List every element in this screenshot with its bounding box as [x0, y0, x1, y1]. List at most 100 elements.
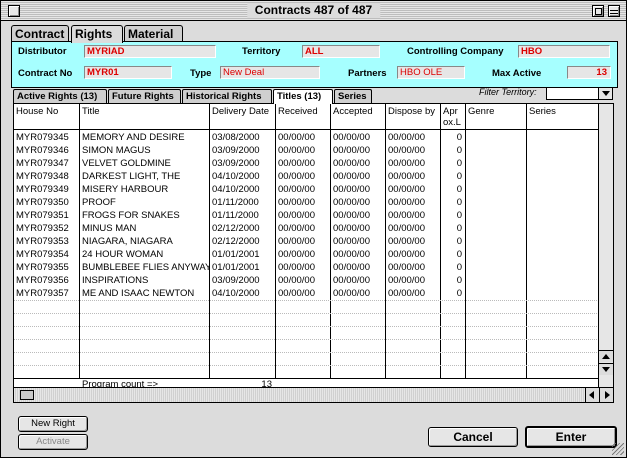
column-header-delivery-date[interactable]: Delivery Date [210, 104, 276, 130]
cell-approx-l: 0 [456, 262, 462, 273]
scroll-left-icon[interactable] [585, 388, 599, 402]
cell-dispose-by: 00/00/00 [388, 275, 425, 286]
vertical-scrollbar[interactable] [598, 103, 614, 388]
cell-title: 24 HOUR WOMAN [82, 249, 164, 260]
tab-rights[interactable]: Rights [71, 25, 123, 43]
tab-titles[interactable]: Titles (13) [273, 89, 333, 104]
tab-series[interactable]: Series [334, 89, 372, 103]
table-row[interactable]: MYR079351 FROGS FOR SNAKES 01/11/2000 00/00… [14, 209, 599, 222]
column-header-series[interactable]: Series [527, 104, 599, 130]
cell-series [527, 170, 598, 183]
close-box-icon[interactable] [8, 5, 20, 17]
zoom-box-icon[interactable] [592, 5, 604, 17]
type-field[interactable]: New Deal [220, 66, 320, 79]
table-row[interactable]: MYR079347 VELVET GOLDMINE 03/09/2000 00/00/… [14, 157, 599, 170]
max-active-field[interactable]: 13 [567, 66, 611, 79]
enter-button[interactable]: Enter [525, 426, 617, 448]
cell-delivery-date: 03/09/2000 [212, 158, 260, 169]
cell-house-no: MYR079355 [16, 262, 69, 273]
cell-house-no: MYR079349 [16, 184, 69, 195]
cell-received: 00/00/00 [278, 197, 315, 208]
table-row[interactable]: MYR079354 24 HOUR WOMAN 01/01/2001 00/00/00… [14, 248, 599, 261]
table-row[interactable]: MYR079345 MEMORY AND DESIRE 03/08/2000 00/0… [14, 131, 599, 144]
activate-button[interactable]: Activate [18, 434, 88, 450]
column-header-house-no[interactable]: House No [14, 104, 80, 130]
cell-received: 00/00/00 [278, 262, 315, 273]
table-row[interactable]: MYR079355 BUMBLEBEE FLIES ANYWAY, 01/01/20… [14, 261, 599, 274]
cell-received: 00/00/00 [278, 184, 315, 195]
cell-genre [466, 170, 526, 183]
cell-title: MEMORY AND DESIRE [82, 132, 185, 143]
cell-title: DARKEST LIGHT, THE [82, 171, 181, 182]
scroll-thumb[interactable] [20, 390, 34, 400]
partners-field[interactable]: HBO OLE [397, 66, 465, 79]
new-right-button[interactable]: New Right [18, 416, 88, 432]
tab-material[interactable]: Material [124, 25, 183, 42]
scroll-down-icon[interactable] [599, 363, 613, 375]
distributor-field[interactable]: MYRIAD [84, 45, 216, 58]
tab-contract[interactable]: Contract [11, 25, 69, 42]
controlling-company-field[interactable]: HBO [518, 45, 610, 58]
table-row[interactable]: MYR079350 PROOF 01/11/2000 00/00/00 00/00/00… [14, 196, 599, 209]
column-header-approx-l[interactable]: Apr ox.L [441, 104, 466, 130]
tab-active-rights[interactable]: Active Rights (13) [13, 89, 107, 103]
cell-approx-l: 0 [456, 249, 462, 260]
cell-house-no: MYR079347 [16, 158, 69, 169]
tab-historical-rights[interactable]: Historical Rights [182, 89, 272, 103]
filter-territory-select[interactable] [546, 87, 613, 100]
table-footer: Program count => 13 [14, 378, 599, 388]
resize-grip-icon[interactable] [612, 443, 624, 455]
table-row[interactable]: MYR079356 INSPIRATIONS 03/09/2000 00/00/00 0… [14, 274, 599, 287]
territory-label: Territory [242, 46, 281, 57]
cell-genre [466, 196, 526, 209]
cell-accepted: 00/00/00 [333, 288, 370, 299]
cell-genre [466, 287, 526, 300]
column-header-dispose-by[interactable]: Dispose by [386, 104, 441, 130]
table-row[interactable]: MYR079357 ME AND ISAAC NEWTON 04/10/2000 00… [14, 287, 599, 300]
scroll-right-icon[interactable] [599, 388, 613, 402]
table-row[interactable]: MYR079352 MINUS MAN 02/12/2000 00/00/00 00/0… [14, 222, 599, 235]
cell-delivery-date: 04/10/2000 [212, 184, 260, 195]
cell-dispose-by: 00/00/00 [388, 288, 425, 299]
collapse-box-icon[interactable] [608, 5, 620, 17]
cell-delivery-date: 01/11/2000 [212, 197, 259, 208]
cell-series [527, 222, 598, 235]
cell-accepted: 00/00/00 [333, 158, 370, 169]
territory-field[interactable]: ALL [302, 45, 380, 58]
cell-received: 00/00/00 [278, 145, 315, 156]
title-bar[interactable]: Contracts 487 of 487 [1, 1, 626, 21]
contract-no-field[interactable]: MYR01 [84, 66, 172, 79]
program-count-value: 13 [261, 379, 272, 388]
cell-approx-l: 0 [456, 210, 462, 221]
cell-house-no: MYR079350 [16, 197, 69, 208]
column-header-genre[interactable]: Genre [466, 104, 527, 130]
cell-approx-l: 0 [456, 158, 462, 169]
cell-dispose-by: 00/00/00 [388, 197, 425, 208]
cell-title: SIMON MAGUS [82, 145, 151, 156]
chevron-down-icon[interactable] [598, 88, 612, 99]
filter-territory-label: Filter Territory: [479, 87, 537, 97]
column-header-accepted[interactable]: Accepted [331, 104, 386, 130]
cell-genre [466, 131, 526, 144]
table-row[interactable]: MYR079348 DARKEST LIGHT, THE 04/10/2000 00/… [14, 170, 599, 183]
table-row[interactable]: MYR079346 SIMON MAGUS 03/09/2000 00/00/00 00… [14, 144, 599, 157]
cell-accepted: 00/00/00 [333, 171, 370, 182]
cancel-button[interactable]: Cancel [428, 427, 518, 447]
cell-house-no: MYR079353 [16, 236, 69, 247]
horizontal-scrollbar[interactable] [13, 388, 614, 403]
table-row[interactable]: MYR079353 NIAGARA, NIAGARA 02/12/2000 00/00… [14, 235, 599, 248]
cell-dispose-by: 00/00/00 [388, 262, 425, 273]
cell-series [527, 287, 598, 300]
cell-house-no: MYR079354 [16, 249, 69, 260]
table-row[interactable]: MYR079349 MISERY HARBOUR 04/10/2000 00/00/0… [14, 183, 599, 196]
contract-header-panel: Distributor MYRIAD Territory ALL Control… [11, 41, 618, 88]
column-header-received[interactable]: Received [276, 104, 331, 130]
cell-house-no: MYR079352 [16, 223, 69, 234]
cell-series [527, 144, 598, 157]
max-active-label: Max Active [492, 68, 542, 79]
tab-future-rights[interactable]: Future Rights [108, 89, 181, 103]
cell-title: MISERY HARBOUR [82, 184, 169, 195]
cell-house-no: MYR079351 [16, 210, 69, 221]
scroll-up-icon[interactable] [599, 350, 613, 362]
column-header-title[interactable]: Title [80, 104, 210, 130]
